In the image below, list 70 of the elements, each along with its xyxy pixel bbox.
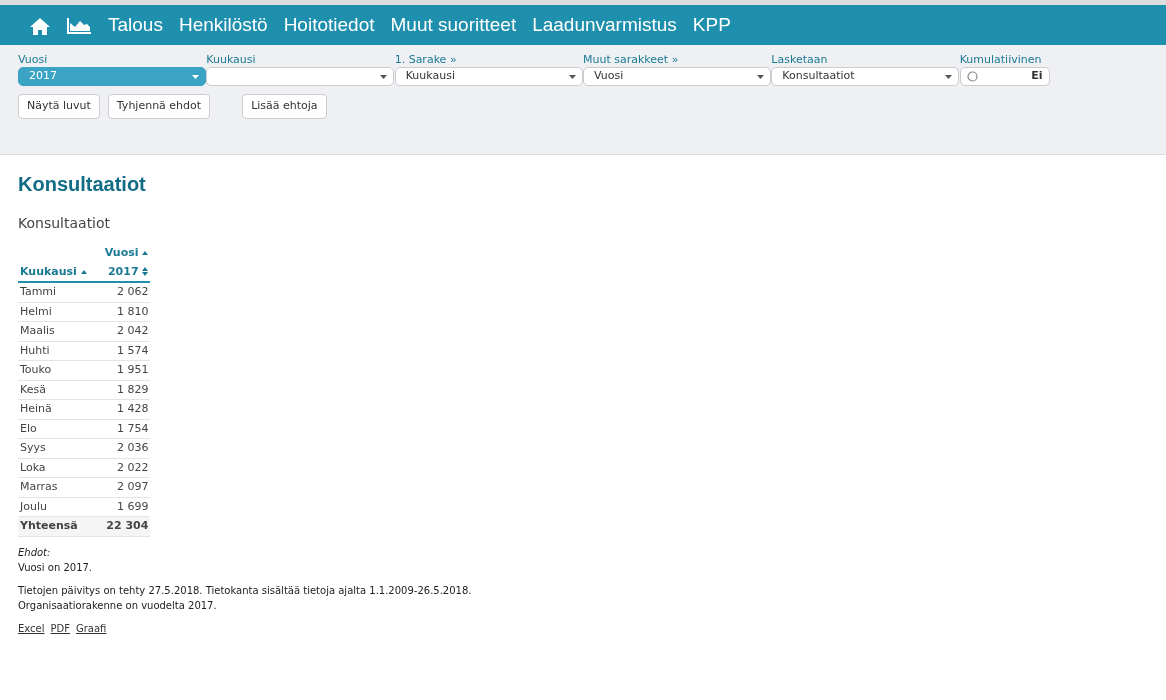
table-cell: Tammi bbox=[18, 282, 103, 302]
table-cell: 1 754 bbox=[102, 419, 151, 439]
sort-icon[interactable] bbox=[142, 267, 149, 276]
table-cell: Heinä bbox=[18, 399, 103, 419]
filter-label: 1. Sarake » bbox=[394, 53, 458, 67]
table-cell: Maalis bbox=[18, 321, 103, 341]
table-cell: 1 699 bbox=[102, 497, 151, 517]
caret-icon bbox=[568, 74, 576, 79]
button[interactable]: Näytä luvut bbox=[18, 94, 100, 119]
table-title: Konsultaatiot bbox=[18, 214, 112, 233]
table-cell: Helmi bbox=[18, 302, 103, 322]
filter-label: Kuukausi bbox=[206, 53, 257, 67]
table-cell: Joulu bbox=[18, 497, 103, 517]
nav-link[interactable]: KPP bbox=[692, 10, 731, 40]
table-cell: Huhti bbox=[18, 341, 103, 361]
table-cell: 1 810 bbox=[102, 302, 151, 322]
table-cell: 2 062 bbox=[102, 282, 151, 302]
filter-label: Vuosi bbox=[18, 53, 49, 67]
select-value: Kuukausi bbox=[405, 68, 455, 85]
table-cell: Marras bbox=[18, 477, 103, 497]
info-text: Organisaatiorakenne on vuodelta 2017. bbox=[18, 598, 218, 613]
nav-link[interactable]: Hoitotiedot bbox=[283, 10, 375, 40]
button[interactable]: Tyhjennä ehdot bbox=[107, 94, 211, 119]
table-cell: Syys bbox=[18, 438, 103, 458]
conditions-text: Vuosi on 2017. bbox=[18, 560, 94, 575]
caret-icon bbox=[757, 74, 764, 79]
table-cell: 2 022 bbox=[102, 458, 151, 478]
table-cell: Kesä bbox=[18, 380, 103, 400]
table-cell: 1 428 bbox=[102, 399, 151, 419]
column-header[interactable]: 2017 bbox=[107, 264, 139, 278]
caret-icon bbox=[380, 74, 388, 79]
nav-link[interactable]: Laadunvarmistus bbox=[532, 10, 677, 40]
filter-label: Muut sarakkeet » bbox=[583, 53, 680, 67]
filter-label: Lasketaan bbox=[771, 53, 829, 67]
nav-link[interactable]: Henkilöstö bbox=[178, 10, 268, 40]
table-cell: 1 574 bbox=[102, 341, 151, 361]
table-cell: Touko bbox=[18, 360, 103, 380]
select-value: Konsultaatiot bbox=[782, 68, 855, 85]
sort-icon[interactable] bbox=[80, 269, 87, 274]
column-header[interactable]: Kuukausi bbox=[20, 264, 77, 278]
sort-icon[interactable] bbox=[142, 251, 149, 255]
page-heading: Konsultaatiot bbox=[18, 172, 147, 197]
table-cell: 2 097 bbox=[102, 477, 151, 497]
table-cell: Elo bbox=[18, 419, 103, 439]
select-field[interactable]: Vuosi bbox=[583, 67, 771, 86]
table-cell: Loka bbox=[18, 458, 103, 478]
download-link[interactable]: Excel bbox=[18, 622, 45, 634]
button[interactable]: Lisää ehtoja bbox=[242, 94, 327, 119]
select-value: 2017 bbox=[29, 68, 57, 85]
nav-link[interactable]: Muut suoritteet bbox=[390, 10, 517, 40]
select-field[interactable]: Kuukausi bbox=[394, 67, 583, 86]
toggle-switch[interactable]: Ei bbox=[959, 67, 1050, 86]
conditions-title: Ehdot: bbox=[18, 545, 52, 560]
table-cell: 1 829 bbox=[102, 380, 151, 400]
filter-label: Kumulatiivinen bbox=[959, 53, 1043, 67]
info-text: Tietojen päivitys on tehty 27.5.2018. Tietokanta sisältää tietoja ajalta 1.1.2009-26.5.2018. bbox=[18, 583, 473, 598]
table-cell: 2 042 bbox=[102, 321, 151, 341]
select-field[interactable]: Konsultaatiot bbox=[771, 67, 960, 86]
caret-icon bbox=[945, 74, 953, 79]
table-cell: 1 951 bbox=[102, 360, 151, 380]
column-header[interactable]: Vuosi bbox=[104, 246, 139, 259]
nav-link[interactable]: Talous bbox=[108, 10, 163, 40]
select-value: Vuosi bbox=[594, 68, 624, 85]
download-link[interactable]: Graafi bbox=[76, 622, 107, 634]
caret-icon bbox=[192, 74, 199, 79]
table-cell: Yhteensä bbox=[18, 516, 103, 536]
radio-icon bbox=[966, 71, 978, 82]
table-cell: 2 036 bbox=[102, 438, 151, 458]
download-link[interactable]: PDF bbox=[50, 622, 70, 634]
select-field[interactable] bbox=[206, 67, 395, 86]
